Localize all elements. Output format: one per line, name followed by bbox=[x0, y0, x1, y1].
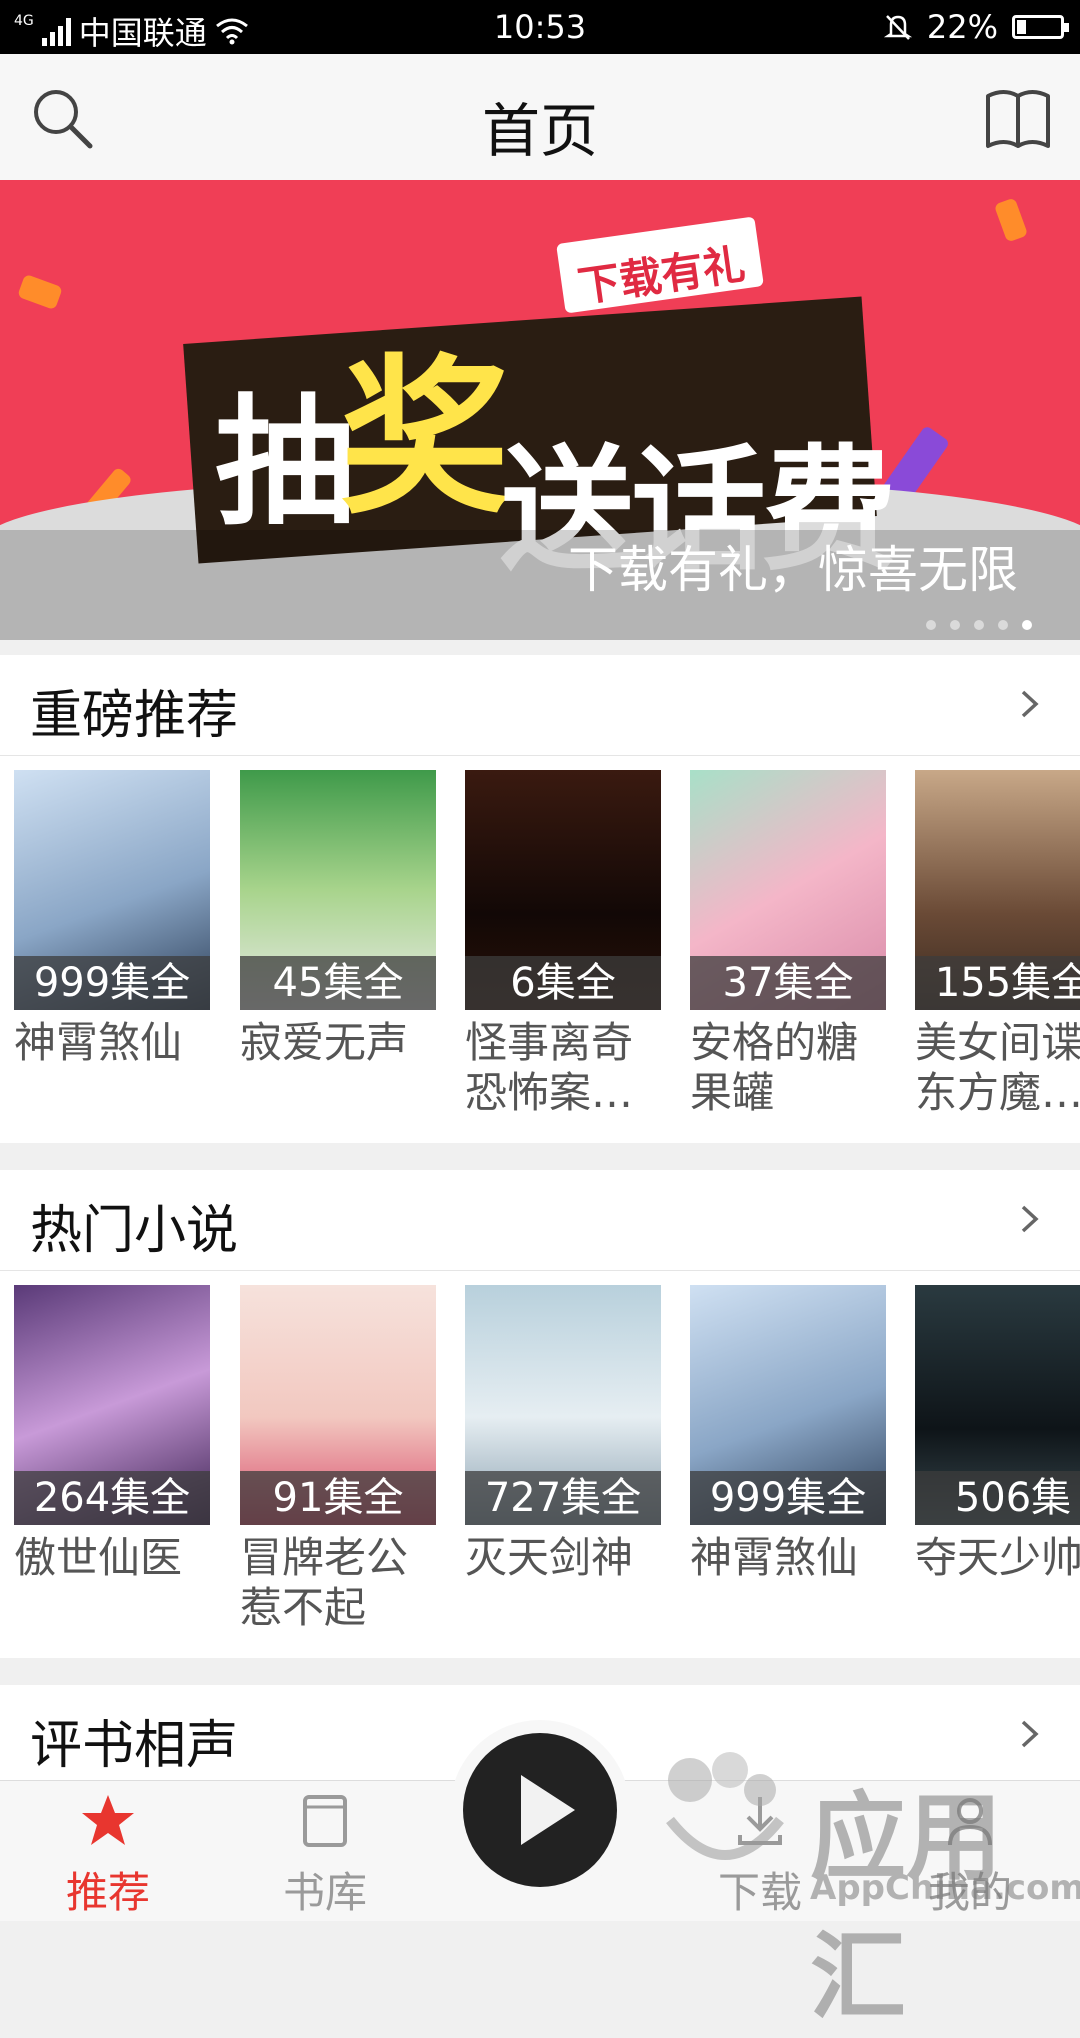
book-cover: 506集 bbox=[915, 1285, 1080, 1525]
book-card[interactable]: 91集全 冒牌老公惹不起 bbox=[240, 1285, 436, 1633]
app-header: 首页 bbox=[0, 54, 1080, 181]
book-icon bbox=[303, 1795, 347, 1847]
headline-text: 奖 bbox=[340, 340, 511, 538]
section-title: 重磅推荐 bbox=[30, 686, 239, 746]
section-title: 热门小说 bbox=[30, 1201, 239, 1261]
section-hot-novels: 热门小说 264集全 傲世仙医 91集全 冒牌老公惹不起 727集全 灭天剑神 … bbox=[0, 1170, 1080, 1658]
episode-count: 999集全 bbox=[14, 956, 210, 1010]
alarm-off-icon bbox=[883, 15, 913, 40]
carousel-dot bbox=[926, 620, 936, 630]
book-cover: 727集全 bbox=[465, 1285, 661, 1525]
book-cover: 91集全 bbox=[240, 1285, 436, 1525]
carousel-dot bbox=[998, 620, 1008, 630]
play-button[interactable] bbox=[463, 1733, 617, 1887]
book-title: 神霄煞仙 bbox=[14, 1018, 183, 1067]
tab-label: 推荐 bbox=[65, 1868, 150, 1917]
episode-count: 155集全 bbox=[915, 956, 1080, 1010]
book-card[interactable]: 999集全 神霄煞仙 bbox=[690, 1285, 886, 1583]
book-title: 灭天剑神 bbox=[465, 1533, 634, 1582]
book-card[interactable]: 45集全 寂爱无声 bbox=[240, 770, 436, 1068]
book-title: 冒牌老公惹不起 bbox=[240, 1533, 409, 1632]
status-bar: 4G 中国联通 10:53 22% bbox=[0, 0, 1080, 54]
tab-library[interactable]: 书库 bbox=[245, 1791, 405, 1920]
book-card[interactable]: 506集 夺天少帅 bbox=[915, 1285, 1080, 1583]
book-card[interactable]: 155集全 美女间谍东方魔… bbox=[915, 770, 1080, 1118]
play-icon bbox=[521, 1775, 575, 1845]
episode-count: 91集全 bbox=[240, 1471, 436, 1525]
book-title: 傲世仙医 bbox=[14, 1533, 183, 1582]
battery-percent: 22% bbox=[926, 8, 998, 46]
ribbon-tag: 下载有礼 bbox=[556, 216, 764, 314]
episode-count: 999集全 bbox=[690, 1471, 886, 1525]
tab-recommend[interactable]: 推荐 bbox=[28, 1791, 188, 1920]
episode-count: 37集全 bbox=[690, 956, 886, 1010]
book-card[interactable]: 37集全 安格的糖果罐 bbox=[690, 770, 886, 1118]
carousel-dot bbox=[1022, 620, 1032, 630]
book-row: 264集全 傲世仙医 91集全 冒牌老公惹不起 727集全 灭天剑神 999集全… bbox=[0, 1271, 1080, 1651]
battery-icon bbox=[1012, 15, 1069, 39]
episode-count: 264集全 bbox=[14, 1471, 210, 1525]
book-title: 怪事离奇恐怖案… bbox=[465, 1018, 634, 1117]
star-icon bbox=[82, 1795, 134, 1845]
episode-count: 6集全 bbox=[465, 956, 661, 1010]
book-cover: 999集全 bbox=[14, 770, 210, 1010]
book-cover: 155集全 bbox=[915, 770, 1080, 1010]
page-title: 首页 bbox=[481, 97, 598, 165]
watermark-subtext: AppChina.com bbox=[810, 1868, 1080, 1908]
promo-banner[interactable]: 下载有礼 抽 奖 送话费 下载有礼，惊喜无限 bbox=[0, 180, 1080, 640]
watermark: 应用汇 AppChina.com bbox=[650, 1740, 1080, 2033]
section-header[interactable]: 热门小说 bbox=[0, 1170, 1080, 1271]
tab-label: 书库 bbox=[282, 1868, 367, 1917]
book-cover: 999集全 bbox=[690, 1285, 886, 1525]
carousel-indicator bbox=[926, 620, 1032, 630]
episode-count: 506集 bbox=[915, 1471, 1080, 1525]
book-cover: 37集全 bbox=[690, 770, 886, 1010]
confetti-shape bbox=[993, 197, 1029, 243]
book-cover: 6集全 bbox=[465, 770, 661, 1010]
book-card[interactable]: 6集全 怪事离奇恐怖案… bbox=[465, 770, 661, 1118]
bookshelf-icon[interactable] bbox=[982, 82, 1054, 154]
book-cover: 45集全 bbox=[240, 770, 436, 1010]
episode-count: 727集全 bbox=[465, 1471, 661, 1525]
chevron-right-icon[interactable] bbox=[1014, 689, 1044, 719]
confetti-shape bbox=[17, 273, 63, 311]
book-row: 999集全 神霄煞仙 45集全 寂爱无声 6集全 怪事离奇恐怖案… 37集全 安… bbox=[0, 756, 1080, 1136]
section-header[interactable]: 重磅推荐 bbox=[0, 655, 1080, 756]
book-card[interactable]: 264集全 傲世仙医 bbox=[14, 1285, 210, 1583]
book-title: 夺天少帅 bbox=[915, 1533, 1080, 1582]
book-card[interactable]: 727集全 灭天剑神 bbox=[465, 1285, 661, 1583]
carousel-dot bbox=[974, 620, 984, 630]
book-card[interactable]: 999集全 神霄煞仙 bbox=[14, 770, 210, 1068]
section-featured: 重磅推荐 999集全 神霄煞仙 45集全 寂爱无声 6集全 怪事离奇恐怖案… 3… bbox=[0, 655, 1080, 1143]
episode-count: 45集全 bbox=[240, 956, 436, 1010]
book-title: 寂爱无声 bbox=[240, 1018, 409, 1067]
book-title: 安格的糖果罐 bbox=[690, 1018, 859, 1117]
chevron-right-icon[interactable] bbox=[1014, 1204, 1044, 1234]
section-title: 评书相声 bbox=[30, 1716, 239, 1776]
book-cover: 264集全 bbox=[14, 1285, 210, 1525]
watermark-logo bbox=[666, 1752, 784, 1860]
book-title: 美女间谍东方魔… bbox=[915, 1018, 1080, 1117]
carousel-dot bbox=[950, 620, 960, 630]
headline-text: 抽 bbox=[215, 382, 356, 545]
banner-caption: 下载有礼，惊喜无限 bbox=[568, 541, 1018, 599]
book-title: 神霄煞仙 bbox=[690, 1533, 859, 1582]
